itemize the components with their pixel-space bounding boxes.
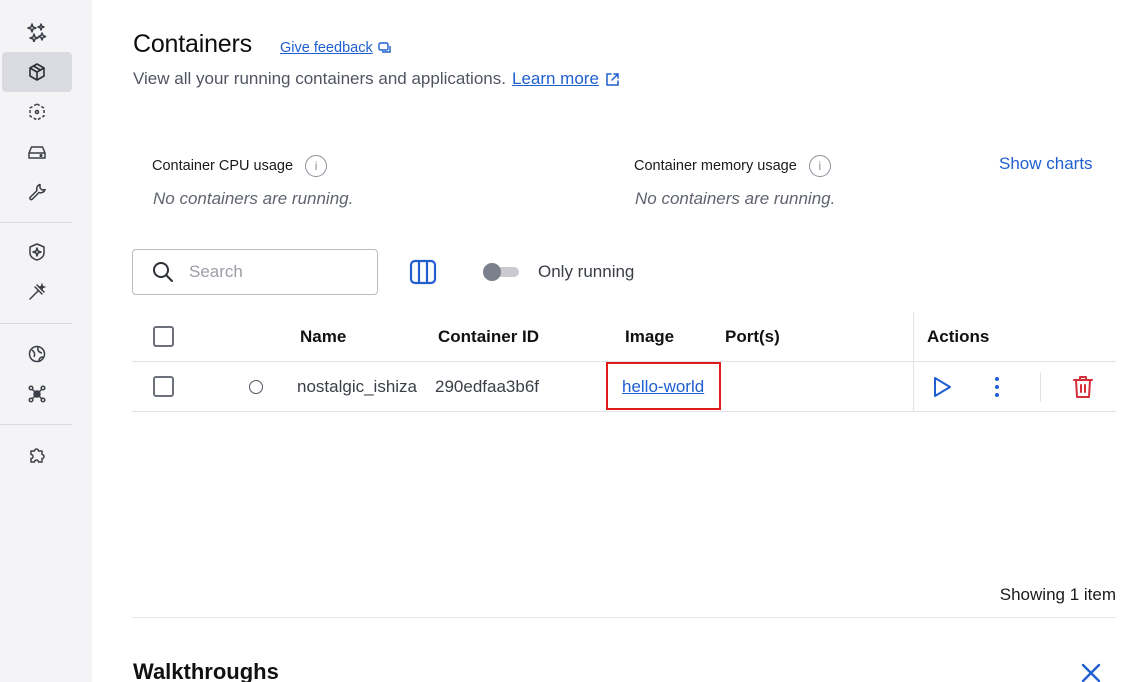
- table-row-divider: [132, 411, 1116, 412]
- memory-usage-label: Container memory usage i: [634, 155, 831, 177]
- sidebar-separator: [0, 222, 72, 223]
- page-subtitle: View all your running containers and app…: [133, 69, 620, 89]
- sidebar-item-volumes[interactable]: [2, 132, 72, 172]
- sidebar-item-extensions-marketplace[interactable]: [2, 334, 72, 374]
- kubernetes-icon: [28, 385, 46, 403]
- give-feedback-label: Give feedback: [280, 40, 373, 56]
- start-icon[interactable]: [931, 375, 953, 399]
- search-input[interactable]: [189, 262, 359, 282]
- column-header-actions: Actions: [927, 327, 990, 346]
- delete-icon[interactable]: [1072, 375, 1094, 399]
- docker-scout-icon: [29, 243, 45, 261]
- sparkles-icon: [27, 23, 47, 42]
- image-link[interactable]: hello-world: [622, 377, 704, 397]
- container-name[interactable]: nostalgic_ishiza: [297, 377, 417, 397]
- learn-more-label: Learn more: [511, 69, 599, 88]
- more-options-icon[interactable]: [989, 375, 1005, 399]
- sidebar-separator: [0, 323, 72, 324]
- builds-icon: [29, 183, 46, 201]
- subtitle-text: View all your running containers and app…: [133, 69, 506, 88]
- sidebar-item-builds[interactable]: [2, 172, 72, 212]
- status-stopped-icon: [249, 380, 263, 394]
- only-running-toggle[interactable]: [483, 263, 519, 281]
- models-icon: [29, 282, 47, 300]
- toggle-knob: [483, 263, 501, 281]
- item-count: Showing 1 item: [999, 585, 1116, 604]
- sidebar-item-containers[interactable]: [2, 52, 72, 92]
- cpu-usage-empty: No containers are running.: [153, 189, 354, 208]
- memory-usage-empty: No containers are running.: [635, 189, 836, 208]
- info-icon[interactable]: i: [305, 155, 328, 177]
- cpu-usage-label: Container CPU usage i: [152, 155, 328, 177]
- sidebar-separator: [0, 424, 72, 425]
- memory-usage-title: Container memory usage: [634, 158, 797, 174]
- cpu-usage-title: Container CPU usage: [152, 158, 294, 174]
- columns-icon[interactable]: [409, 259, 437, 285]
- container-id: 290edfaa3b6f: [435, 377, 539, 396]
- column-header-container-id[interactable]: Container ID: [438, 327, 539, 347]
- images-icon: [29, 103, 45, 121]
- feedback-icon: [378, 42, 391, 53]
- give-feedback-link[interactable]: Give feedback: [280, 40, 392, 56]
- walkthroughs-heading: Walkthroughs: [133, 659, 279, 682]
- column-header-image[interactable]: Image: [625, 327, 674, 347]
- show-charts-button[interactable]: Show charts: [999, 154, 1093, 174]
- table-header-divider: [132, 361, 1116, 362]
- section-divider: [132, 617, 1116, 618]
- row-checkbox[interactable]: [153, 376, 174, 397]
- sidebar-item-images[interactable]: [2, 92, 72, 132]
- extensions-marketplace-icon: [28, 345, 46, 363]
- sidebar: [0, 0, 92, 682]
- column-header-ports[interactable]: Port(s): [725, 327, 780, 347]
- extensions-icon: [30, 448, 45, 463]
- select-all-checkbox[interactable]: [153, 326, 174, 347]
- sidebar-item-ask-gordon[interactable]: [2, 12, 72, 52]
- close-icon[interactable]: [1080, 662, 1102, 682]
- sidebar-item-docker-scout[interactable]: [2, 232, 72, 272]
- volumes-icon: [28, 146, 46, 159]
- page-title: Containers: [133, 30, 252, 58]
- containers-icon: [29, 63, 45, 81]
- only-running-label: Only running: [538, 262, 635, 281]
- search-box: [132, 249, 378, 295]
- actions-column-divider: [913, 312, 914, 412]
- column-header-name[interactable]: Name: [300, 327, 346, 347]
- learn-more-link[interactable]: Learn more: [512, 69, 620, 89]
- search-icon: [153, 262, 173, 282]
- sidebar-item-extensions[interactable]: [2, 435, 72, 475]
- sidebar-item-kubernetes[interactable]: [2, 374, 72, 414]
- external-link-icon: [606, 72, 619, 86]
- info-icon[interactable]: i: [808, 155, 831, 177]
- sidebar-item-models[interactable]: [2, 272, 72, 312]
- actions-separator: [1040, 372, 1041, 402]
